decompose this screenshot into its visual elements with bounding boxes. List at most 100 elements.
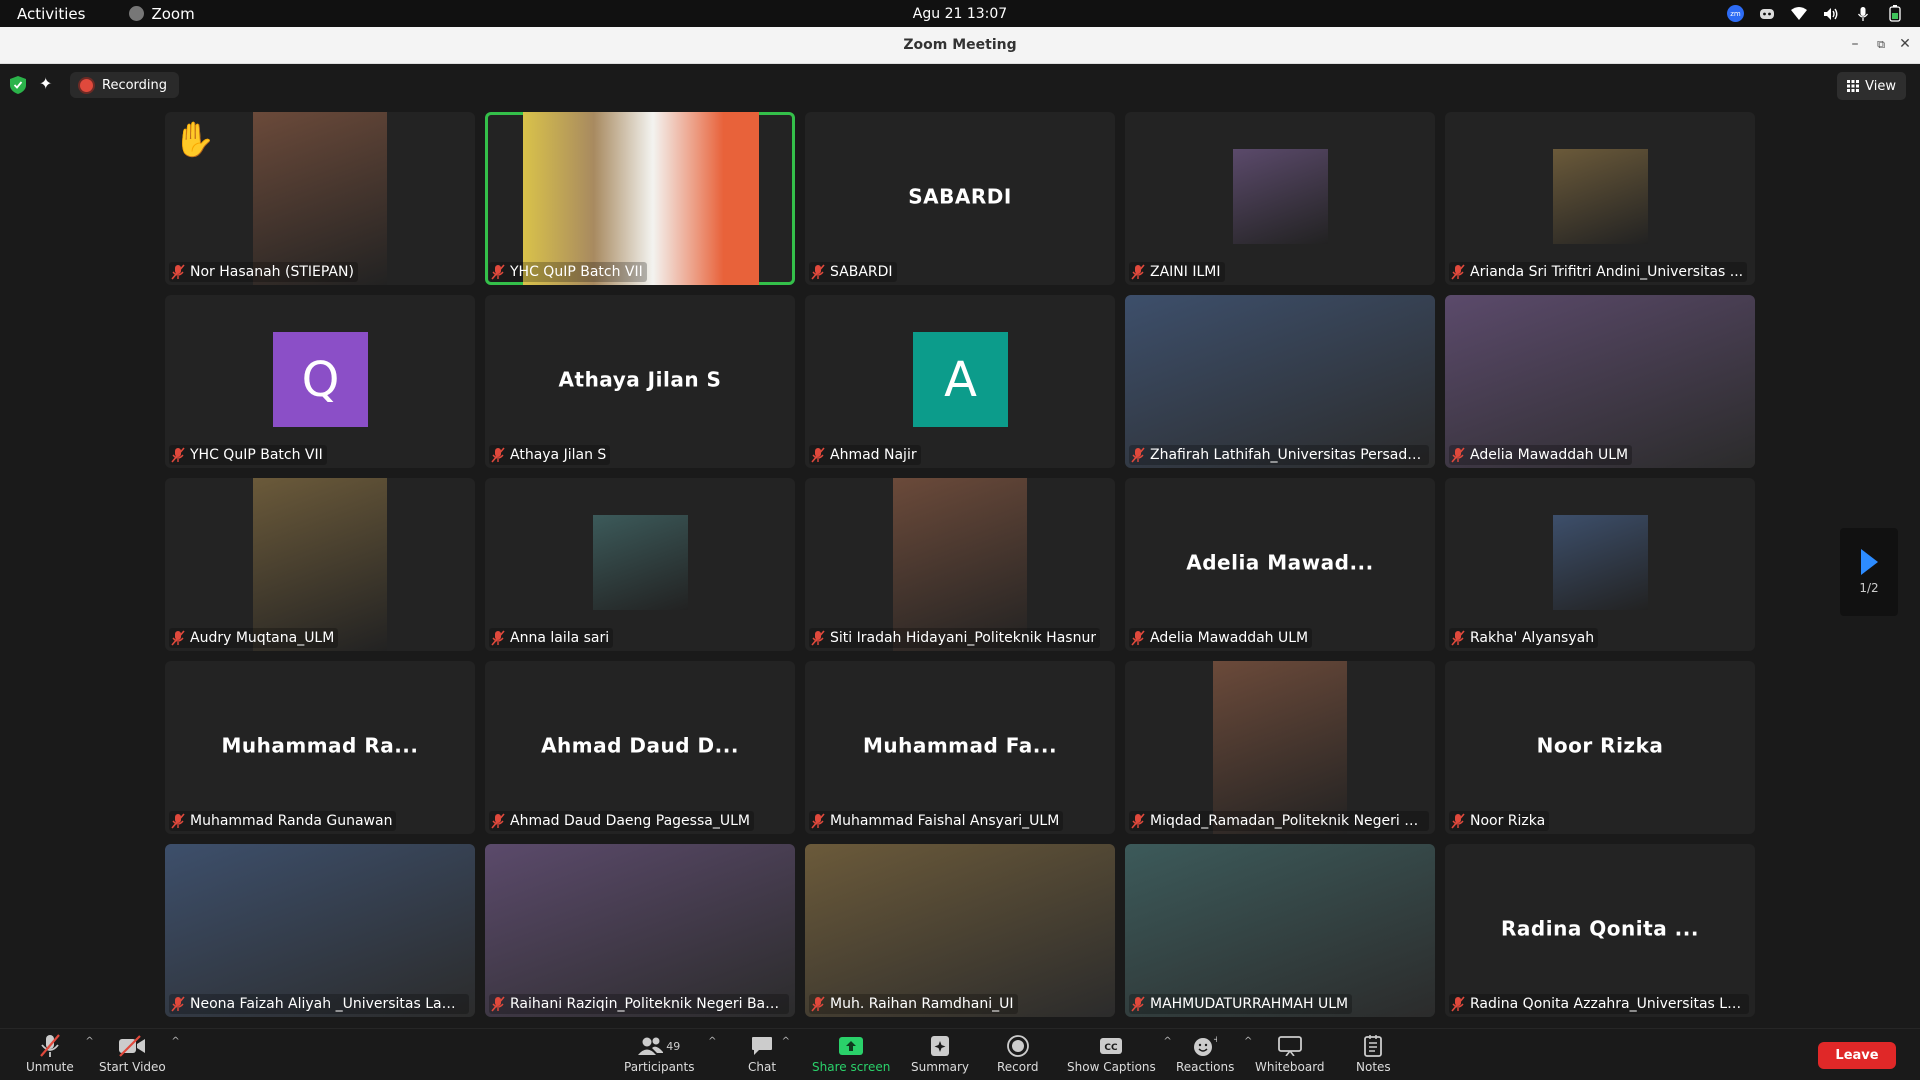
svg-text:CC: CC [1105, 1043, 1119, 1053]
microphone-icon[interactable] [1854, 5, 1872, 23]
participant-tile[interactable]: Noor Rizka Noor Rizka [1445, 661, 1755, 834]
muted-mic-icon [811, 447, 825, 463]
participant-name: Ahmad Najir [830, 447, 917, 463]
participant-display-name: SABARDI [908, 184, 1012, 209]
participant-photo [593, 515, 688, 610]
reactions-icon: + [1193, 1033, 1217, 1059]
participant-name: Neona Faizah Aliyah _Universitas Lam... [190, 996, 465, 1012]
video-options-caret-icon[interactable]: ^ [171, 1036, 179, 1047]
participants-options-caret-icon[interactable]: ^ [708, 1036, 716, 1047]
record-icon [1006, 1033, 1029, 1059]
summary-button[interactable]: Summary [911, 1033, 969, 1074]
svg-text:+: + [1213, 1035, 1217, 1045]
participant-name: YHC QuIP Batch VII [190, 447, 323, 463]
activities-button[interactable]: Activities [17, 5, 85, 23]
audio-options-caret-icon[interactable]: ^ [85, 1036, 93, 1047]
participant-display-name: Radina Qonita ... [1501, 916, 1699, 941]
recording-label: Recording [102, 77, 168, 93]
participant-name-label: ZAINI ILMI [1129, 262, 1225, 282]
system-tray[interactable]: zm [1727, 0, 1904, 27]
participant-tile[interactable]: YHC QuIP Batch VII [485, 112, 795, 285]
participants-button[interactable]: 49 Participants ^ [624, 1033, 717, 1074]
participant-photo [1553, 149, 1648, 244]
view-label: View [1865, 78, 1896, 94]
app-menu[interactable]: Zoom [129, 5, 195, 23]
participant-tile[interactable]: Audry Muqtana_ULM [165, 478, 475, 651]
participant-name-label: MAHMUDATURRAHMAH ULM [1129, 994, 1353, 1014]
reactions-button[interactable]: + Reactions ^ [1176, 1033, 1252, 1074]
share-screen-button[interactable]: Share screen [812, 1033, 890, 1074]
window-title: Zoom Meeting [903, 37, 1017, 53]
captions-options-caret-icon[interactable]: ^ [1163, 1036, 1171, 1047]
muted-mic-icon [171, 813, 185, 829]
participant-tile[interactable]: Muhammad Ra... Muhammad Randa Gunawan [165, 661, 475, 834]
participant-tile[interactable]: Muhammad Fa... Muhammad Faishal Ansyari_U… [805, 661, 1115, 834]
leave-button[interactable]: Leave [1818, 1042, 1896, 1069]
participant-tile[interactable]: Anna laila sari [485, 478, 795, 651]
participant-tile[interactable]: SABARDI SABARDI [805, 112, 1115, 285]
close-window-icon[interactable]: ✕ [1896, 36, 1914, 52]
recording-dot-icon [80, 78, 93, 92]
view-button[interactable]: View [1837, 72, 1906, 100]
participant-video [1125, 844, 1435, 1017]
participant-tile[interactable]: Rakha' Alyansyah [1445, 478, 1755, 651]
participant-tile[interactable]: Ahmad Daud D... Ahmad Daud Daeng Pagessa_… [485, 661, 795, 834]
participant-tile[interactable]: Adelia Mawad... Adelia Mawaddah ULM [1125, 478, 1435, 651]
chat-options-caret-icon[interactable]: ^ [782, 1036, 790, 1047]
restore-window-icon[interactable]: ⧉ [1872, 38, 1890, 52]
participant-tile[interactable]: Arianda Sri Trifitri Andini_Universitas … [1445, 112, 1755, 285]
next-page-button[interactable]: 1/2 [1840, 528, 1898, 616]
record-button[interactable]: Record [997, 1033, 1038, 1074]
show-captions-button[interactable]: CC Show Captions ^ [1067, 1033, 1172, 1074]
unmute-button[interactable]: Unmute ^ [26, 1033, 94, 1074]
participant-tile[interactable]: MAHMUDATURRAHMAH ULM [1125, 844, 1435, 1017]
participant-tile[interactable]: A Ahmad Najir [805, 295, 1115, 468]
participant-tile[interactable]: ✋ Nor Hasanah (STIEPAN) [165, 112, 475, 285]
wifi-icon[interactable] [1790, 5, 1808, 23]
participant-name-label: Miqdad_Ramadan_Politeknik Negeri B... [1129, 811, 1429, 831]
participant-tile[interactable]: Raihani Raziqin_Politeknik Negeri Banj..… [485, 844, 795, 1017]
participant-tile[interactable]: Neona Faizah Aliyah _Universitas Lam... [165, 844, 475, 1017]
chat-button[interactable]: Chat ^ [748, 1033, 790, 1074]
participant-tile[interactable]: ZAINI ILMI [1125, 112, 1435, 285]
notes-button[interactable]: Notes [1356, 1033, 1391, 1074]
participant-name: SABARDI [830, 264, 893, 280]
participant-name: Adelia Mawaddah ULM [1470, 447, 1629, 463]
recording-indicator[interactable]: Recording [70, 72, 180, 98]
volume-icon[interactable] [1822, 5, 1840, 23]
whiteboard-button[interactable]: Whiteboard [1255, 1033, 1325, 1074]
ai-companion-icon[interactable]: ✦ [39, 74, 59, 94]
participant-photo [1553, 515, 1648, 610]
window-title-bar[interactable]: Zoom Meeting – ⧉ ✕ [0, 27, 1920, 64]
clock[interactable]: Agu 21 13:07 [913, 6, 1007, 22]
participant-name-label: Adelia Mawaddah ULM [1129, 628, 1313, 648]
minimize-window-icon[interactable]: – [1846, 36, 1864, 52]
unmute-label: Unmute [26, 1060, 74, 1074]
participant-tile[interactable]: Adelia Mawaddah ULM [1445, 295, 1755, 468]
participant-tile[interactable]: Siti Iradah Hidayani_Politeknik Hasnur [805, 478, 1115, 651]
start-video-button[interactable]: Start Video ^ [99, 1033, 180, 1074]
participant-tile[interactable]: Zhafirah Lathifah_Universitas Persada... [1125, 295, 1435, 468]
grid-view-icon [1847, 80, 1860, 92]
participant-tile[interactable]: Miqdad_Ramadan_Politeknik Negeri B... [1125, 661, 1435, 834]
participant-name: MAHMUDATURRAHMAH ULM [1150, 996, 1349, 1012]
participant-video [805, 844, 1115, 1017]
discord-tray-icon[interactable] [1758, 5, 1776, 23]
reactions-options-caret-icon[interactable]: ^ [1244, 1036, 1252, 1047]
participant-name-label: Muhammad Randa Gunawan [169, 811, 397, 831]
participant-tile[interactable]: Q YHC QuIP Batch VII [165, 295, 475, 468]
participant-photo [1213, 661, 1347, 834]
muted-mic-icon [491, 813, 505, 829]
participant-tile[interactable]: Athaya Jilan S Athaya Jilan S [485, 295, 795, 468]
participant-tile[interactable]: Radina Qonita ... Radina Qonita Azzahra_U… [1445, 844, 1755, 1017]
participant-video [1445, 295, 1755, 468]
participant-name-label: Nor Hasanah (STIEPAN) [169, 262, 358, 282]
muted-mic-icon [1451, 813, 1465, 829]
participant-tile[interactable]: Muh. Raihan Ramdhani_UI [805, 844, 1115, 1017]
zoom-tray-icon[interactable]: zm [1727, 5, 1744, 22]
page-indicator: 1/2 [1859, 581, 1879, 595]
security-shield-icon[interactable] [10, 76, 26, 94]
participant-name: Anna laila sari [510, 630, 610, 646]
battery-icon[interactable] [1886, 5, 1904, 23]
share-screen-label: Share screen [812, 1060, 891, 1074]
